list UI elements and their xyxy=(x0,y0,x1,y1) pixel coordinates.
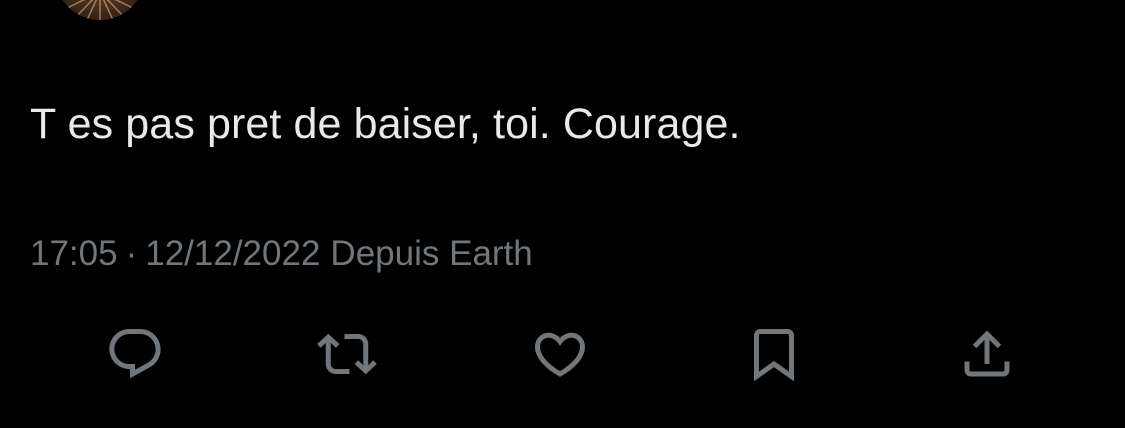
retweet-icon xyxy=(317,333,377,375)
tweet-source: Depuis Earth xyxy=(330,234,533,273)
avatar-image xyxy=(62,0,138,20)
reply-button[interactable] xyxy=(103,322,167,386)
share-icon xyxy=(964,330,1010,377)
reply-icon xyxy=(109,329,161,379)
tweet-text: T es pas pret de baiser, toi. Courage. xyxy=(30,100,741,148)
tweet-date[interactable]: 12/12/2022 xyxy=(145,234,320,273)
retweet-button[interactable] xyxy=(315,322,379,386)
tweet-action-bar xyxy=(0,322,1125,386)
bookmark-icon xyxy=(754,329,794,382)
tweet-metadata: 17:05 · 12/12/2022 Depuis Earth xyxy=(30,232,533,276)
bookmark-button[interactable] xyxy=(742,322,806,386)
heart-icon xyxy=(534,332,586,377)
user-handle-fragment xyxy=(175,0,375,4)
tweet-time[interactable]: 17:05 xyxy=(30,234,118,273)
avatar[interactable] xyxy=(55,0,145,20)
meta-separator: · xyxy=(125,234,138,273)
share-button[interactable] xyxy=(955,322,1019,386)
like-button[interactable] xyxy=(528,322,592,386)
